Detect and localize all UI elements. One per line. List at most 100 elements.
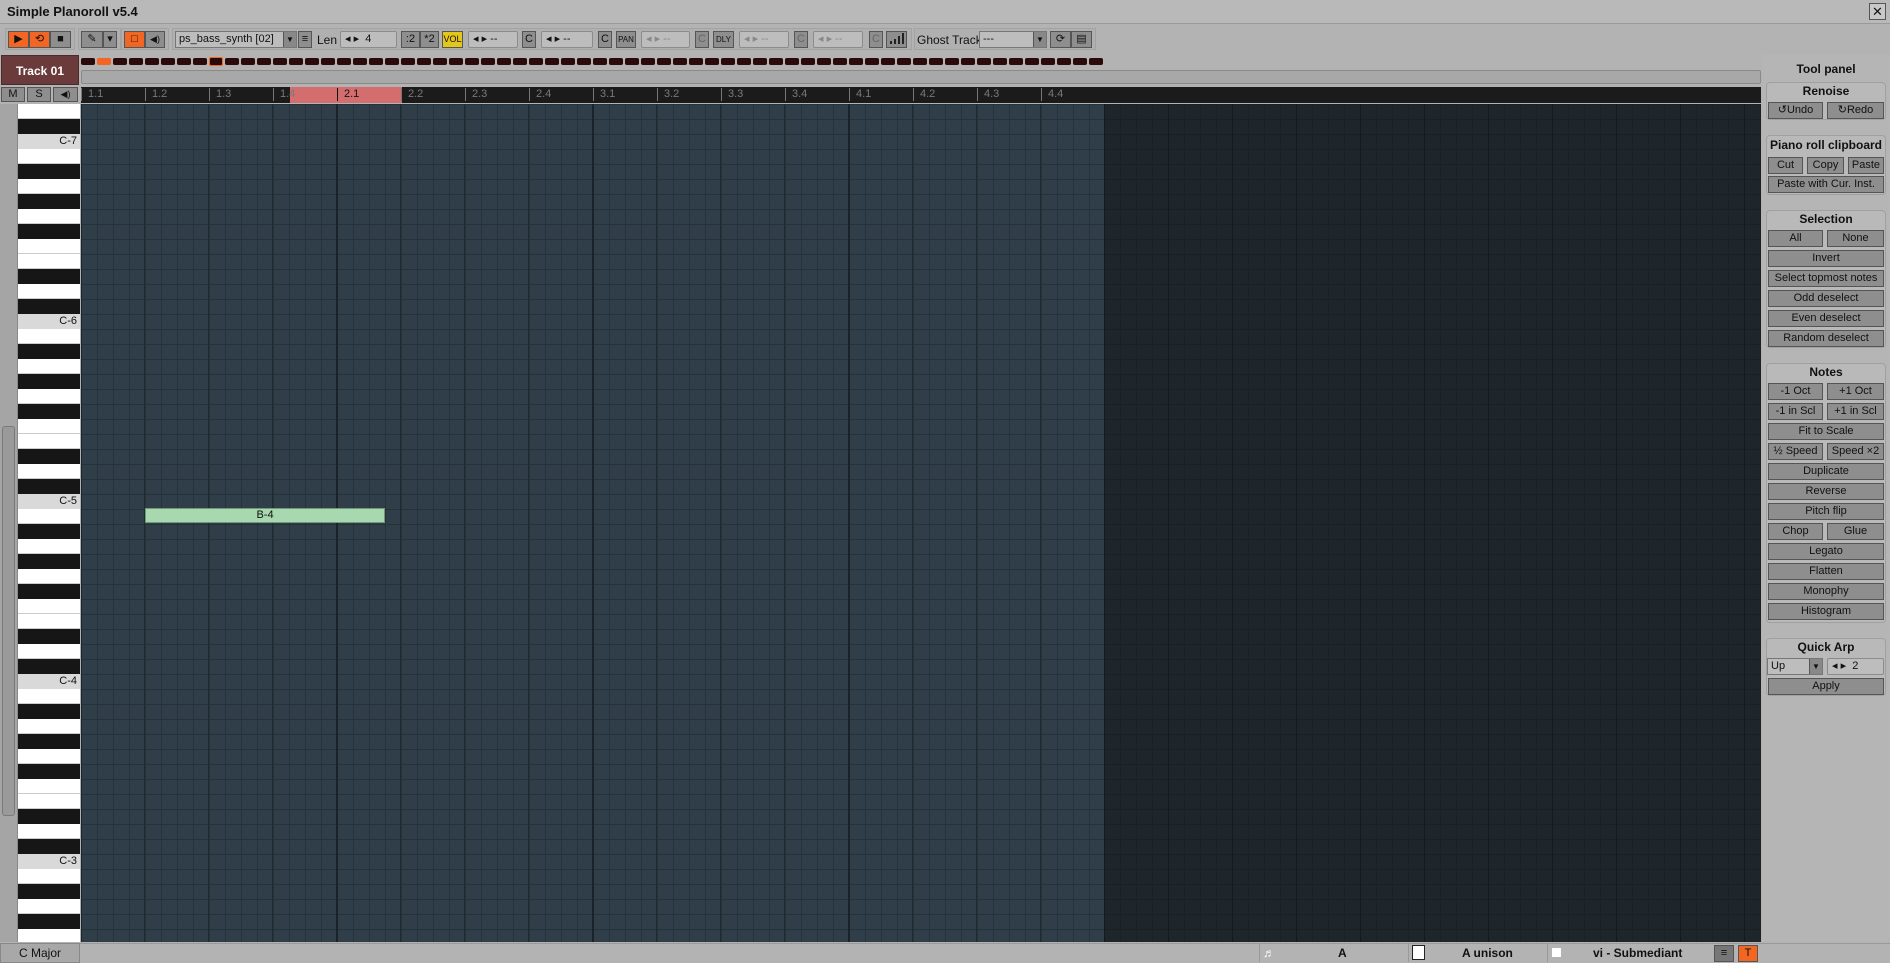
white-key[interactable]: [18, 464, 80, 479]
close-button[interactable]: ✕: [1869, 3, 1886, 20]
white-key[interactable]: [18, 779, 80, 794]
vertical-scrollbar[interactable]: [0, 104, 18, 942]
track-header[interactable]: Track 01: [1, 55, 79, 85]
key-c-label[interactable]: C-3: [18, 854, 80, 869]
velocity-signal-icon[interactable]: [886, 31, 907, 48]
pattern-slot[interactable]: [401, 58, 415, 65]
pattern-slot[interactable]: [993, 58, 1007, 65]
pattern-slot[interactable]: [433, 58, 447, 65]
white-key[interactable]: [18, 389, 80, 404]
black-key[interactable]: [18, 269, 80, 284]
invert-button[interactable]: Invert: [1768, 250, 1884, 267]
tool-dropdown-button[interactable]: ▾: [103, 31, 117, 48]
pattern-slot[interactable]: [289, 58, 303, 65]
legato-button[interactable]: Legato: [1768, 543, 1884, 560]
pattern-slot[interactable]: [737, 58, 751, 65]
pattern-slot[interactable]: [129, 58, 143, 65]
pattern-slot[interactable]: [321, 58, 335, 65]
white-key[interactable]: [18, 719, 80, 734]
scale-down-button[interactable]: -1 in Scl: [1768, 403, 1823, 420]
dly-spinner[interactable]: ◂ ▸ --: [739, 31, 789, 48]
chop-button[interactable]: Chop: [1768, 523, 1823, 540]
key-c-label[interactable]: C-5: [18, 494, 80, 509]
even-deselect-button[interactable]: Even deselect: [1768, 310, 1884, 327]
pattern-slot[interactable]: [177, 58, 191, 65]
key-c-label[interactable]: C-7: [18, 134, 80, 149]
black-key[interactable]: [18, 734, 80, 749]
white-key[interactable]: [18, 329, 80, 344]
pattern-slot[interactable]: [449, 58, 463, 65]
pattern-slot[interactable]: [209, 57, 223, 66]
stop-button[interactable]: ■: [50, 31, 71, 48]
paste-with-inst-button[interactable]: Paste with Cur. Inst.: [1768, 176, 1884, 193]
vol-spinner[interactable]: ◂ ▸ --: [468, 31, 518, 48]
white-key[interactable]: [18, 284, 80, 299]
white-key[interactable]: [18, 614, 80, 629]
pattern-slot[interactable]: [353, 58, 367, 65]
white-key[interactable]: [18, 689, 80, 704]
pan-button[interactable]: PAN: [616, 31, 636, 48]
pattern-slot[interactable]: [193, 58, 207, 65]
oct-down-button[interactable]: -1 Oct: [1768, 383, 1823, 400]
white-key[interactable]: [18, 239, 80, 254]
multiply-len-button[interactable]: *2: [420, 31, 439, 48]
pattern-slot[interactable]: [97, 58, 111, 65]
select-mode-button[interactable]: □: [124, 31, 145, 48]
pattern-slot[interactable]: [785, 58, 799, 65]
scale-up-button[interactable]: +1 in Scl: [1827, 403, 1884, 420]
pattern-slot[interactable]: [865, 58, 879, 65]
note-block[interactable]: B-4: [145, 508, 385, 523]
select-none-button[interactable]: None: [1827, 230, 1884, 247]
black-key[interactable]: [18, 884, 80, 899]
pattern-slot[interactable]: [1089, 58, 1103, 65]
divide-len-button[interactable]: :2: [401, 31, 420, 48]
pattern-slot[interactable]: [305, 58, 319, 65]
pattern-slot[interactable]: [1057, 58, 1071, 65]
black-key[interactable]: [18, 554, 80, 569]
fx-spinner[interactable]: ◂ ▸ --: [813, 31, 863, 48]
black-key[interactable]: [18, 659, 80, 674]
white-key[interactable]: [18, 569, 80, 584]
pattern-slot[interactable]: [497, 58, 511, 65]
mute-button[interactable]: M: [1, 87, 25, 102]
pattern-slot[interactable]: [113, 58, 127, 65]
white-key[interactable]: [18, 929, 80, 942]
preview-speaker-button[interactable]: ◀): [145, 31, 165, 48]
white-key[interactable]: [18, 794, 80, 809]
pattern-slot[interactable]: [161, 58, 175, 65]
pattern-slot[interactable]: [465, 58, 479, 65]
pan-clear-button[interactable]: C: [695, 31, 709, 48]
pattern-slot[interactable]: [561, 58, 575, 65]
pattern-slot[interactable]: [577, 58, 591, 65]
pattern-slot[interactable]: [513, 58, 527, 65]
black-key[interactable]: [18, 914, 80, 929]
pattern-slot[interactable]: [705, 58, 719, 65]
select-topmost-button[interactable]: Select topmost notes: [1768, 270, 1884, 287]
pattern-slot[interactable]: [881, 58, 895, 65]
key-c-label[interactable]: C-6: [18, 314, 80, 329]
random-deselect-button[interactable]: Random deselect: [1768, 330, 1884, 347]
instrument-select[interactable]: ps_bass_synth [02] ▼: [175, 31, 297, 48]
black-key[interactable]: [18, 299, 80, 314]
half-speed-button[interactable]: ½ Speed: [1768, 443, 1823, 460]
arp-mode-select[interactable]: Up ▼: [1767, 658, 1823, 675]
black-key[interactable]: [18, 524, 80, 539]
pattern-slot[interactable]: [625, 58, 639, 65]
vol2-clear-button[interactable]: C: [598, 31, 612, 48]
glue-button[interactable]: Glue: [1827, 523, 1884, 540]
loop-play-button[interactable]: ⟲: [29, 31, 50, 48]
flatten-button[interactable]: Flatten: [1768, 563, 1884, 580]
vol-clear-button[interactable]: C: [522, 31, 536, 48]
solo-button[interactable]: S: [27, 87, 51, 102]
play-button[interactable]: ▶: [8, 31, 29, 48]
pattern-slot[interactable]: [273, 58, 287, 65]
pattern-slot[interactable]: [593, 58, 607, 65]
pattern-slot[interactable]: [481, 58, 495, 65]
vol-button[interactable]: VOL: [442, 31, 463, 48]
pattern-slot[interactable]: [1073, 58, 1087, 65]
fx-clear-button[interactable]: C: [869, 31, 883, 48]
redo-button[interactable]: ↻Redo: [1827, 102, 1884, 119]
pattern-slot[interactable]: [1009, 58, 1023, 65]
key-c-label[interactable]: C-4: [18, 674, 80, 689]
white-key[interactable]: [18, 359, 80, 374]
